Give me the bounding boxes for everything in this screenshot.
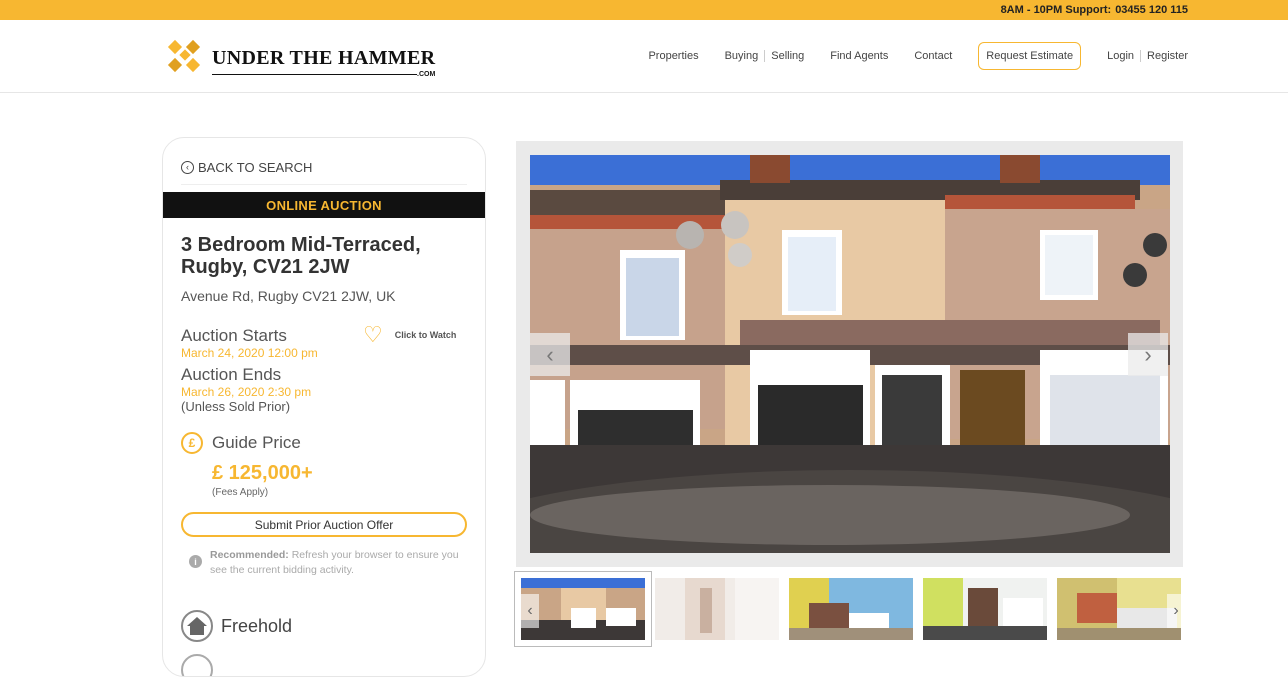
unless-sold-prior: (Unless Sold Prior) xyxy=(181,399,291,414)
heart-icon: ♡ xyxy=(363,322,383,347)
thumbnail-1[interactable] xyxy=(514,571,652,647)
site-header: UNDER THE HAMMER .COM Properties Buying … xyxy=(0,20,1288,93)
thumbnail-5[interactable] xyxy=(1057,578,1181,640)
auction-starts-date: March 24, 2020 12:00 pm xyxy=(181,346,318,360)
nav-properties[interactable]: Properties xyxy=(648,50,698,62)
thumbnail-strip: ‹ › xyxy=(513,571,1185,648)
auction-ends-label: Auction Ends xyxy=(181,365,282,384)
back-to-search-link[interactable]: ‹ BACK TO SEARCH xyxy=(181,160,312,175)
recommended-note: i Recommended: Refresh your browser to e… xyxy=(189,548,469,578)
thumbnail-4[interactable] xyxy=(923,578,1047,640)
auction-sidebar: ‹ BACK TO SEARCH ONLINE AUCTION 3 Bedroo… xyxy=(162,137,486,677)
chevron-left-icon: ‹ xyxy=(546,341,554,367)
chevron-left-circle-icon: ‹ xyxy=(181,161,194,174)
support-bar: 8AM - 10PM Support: 03455 120 115 xyxy=(0,0,1288,20)
main-property-photo xyxy=(530,155,1170,553)
auction-type-banner: ONLINE AUCTION xyxy=(163,192,485,218)
recommended-label: Recommended: xyxy=(210,549,289,561)
request-estimate-button[interactable]: Request Estimate xyxy=(978,42,1082,70)
site-logo[interactable]: UNDER THE HAMMER .COM xyxy=(166,38,435,78)
support-phone[interactable]: 03455 120 115 xyxy=(1115,4,1188,16)
pound-icon: £ xyxy=(181,432,203,454)
nav-selling[interactable]: Selling xyxy=(771,50,804,62)
thumbnail-2[interactable] xyxy=(655,578,779,640)
chevron-left-icon: ‹ xyxy=(527,602,533,619)
property-address: Avenue Rd, Rugby CV21 2JW, UK xyxy=(181,288,396,304)
info-icon: i xyxy=(189,555,202,568)
thumbnail-next-button[interactable]: › xyxy=(1167,594,1185,628)
photo-gallery: ‹ › xyxy=(516,141,1183,567)
thumbnail-prev-button[interactable]: ‹ xyxy=(521,594,539,628)
logo-suffix: .COM xyxy=(417,70,436,78)
property-title: 3 Bedroom Mid-Terraced, Rugby, CV21 2JW xyxy=(181,234,421,278)
nav-find-agents[interactable]: Find Agents xyxy=(830,50,888,62)
main-nav: Properties Buying Selling Find Agents Co… xyxy=(648,42,1188,70)
nav-buying[interactable]: Buying xyxy=(725,50,759,62)
nav-contact[interactable]: Contact xyxy=(914,50,952,62)
back-label: BACK TO SEARCH xyxy=(198,160,313,175)
logo-name: UNDER THE HAMMER xyxy=(212,46,436,69)
nav-login[interactable]: Login xyxy=(1107,50,1134,62)
gallery-prev-button[interactable]: ‹ xyxy=(530,333,570,376)
divider xyxy=(181,184,467,185)
tenure-row: Freehold xyxy=(181,610,292,642)
chevron-right-icon: › xyxy=(1144,341,1152,367)
nav-register[interactable]: Register xyxy=(1147,50,1188,62)
auction-ends: Auction Ends March 26, 2020 2:30 pm (Unl… xyxy=(181,365,311,414)
submit-offer-button[interactable]: Submit Prior Auction Offer xyxy=(181,512,467,537)
watch-label: Click to Watch xyxy=(394,330,457,340)
house-icon xyxy=(181,610,213,642)
chevron-right-icon: › xyxy=(1173,602,1179,619)
auction-starts-label: Auction Starts xyxy=(181,326,287,345)
auction-starts: Auction Starts March 24, 2020 12:00 pm xyxy=(181,326,318,360)
watch-button[interactable]: ♡ Click to Watch xyxy=(363,324,456,346)
guide-price-value: £ 125,000+ xyxy=(212,462,313,484)
fees-note: (Fees Apply) xyxy=(212,487,269,498)
gallery-next-button[interactable]: › xyxy=(1128,333,1168,376)
tenure-label: Freehold xyxy=(221,615,293,636)
thumbnail-3[interactable] xyxy=(789,578,913,640)
guide-price-label: Guide Price xyxy=(212,433,301,452)
auction-ends-date: March 26, 2020 2:30 pm xyxy=(181,385,312,399)
guide-price-heading: £ Guide Price xyxy=(181,432,301,454)
hammer-logo-icon xyxy=(166,38,206,78)
support-hours: 8AM - 10PM Support: xyxy=(1000,4,1112,16)
